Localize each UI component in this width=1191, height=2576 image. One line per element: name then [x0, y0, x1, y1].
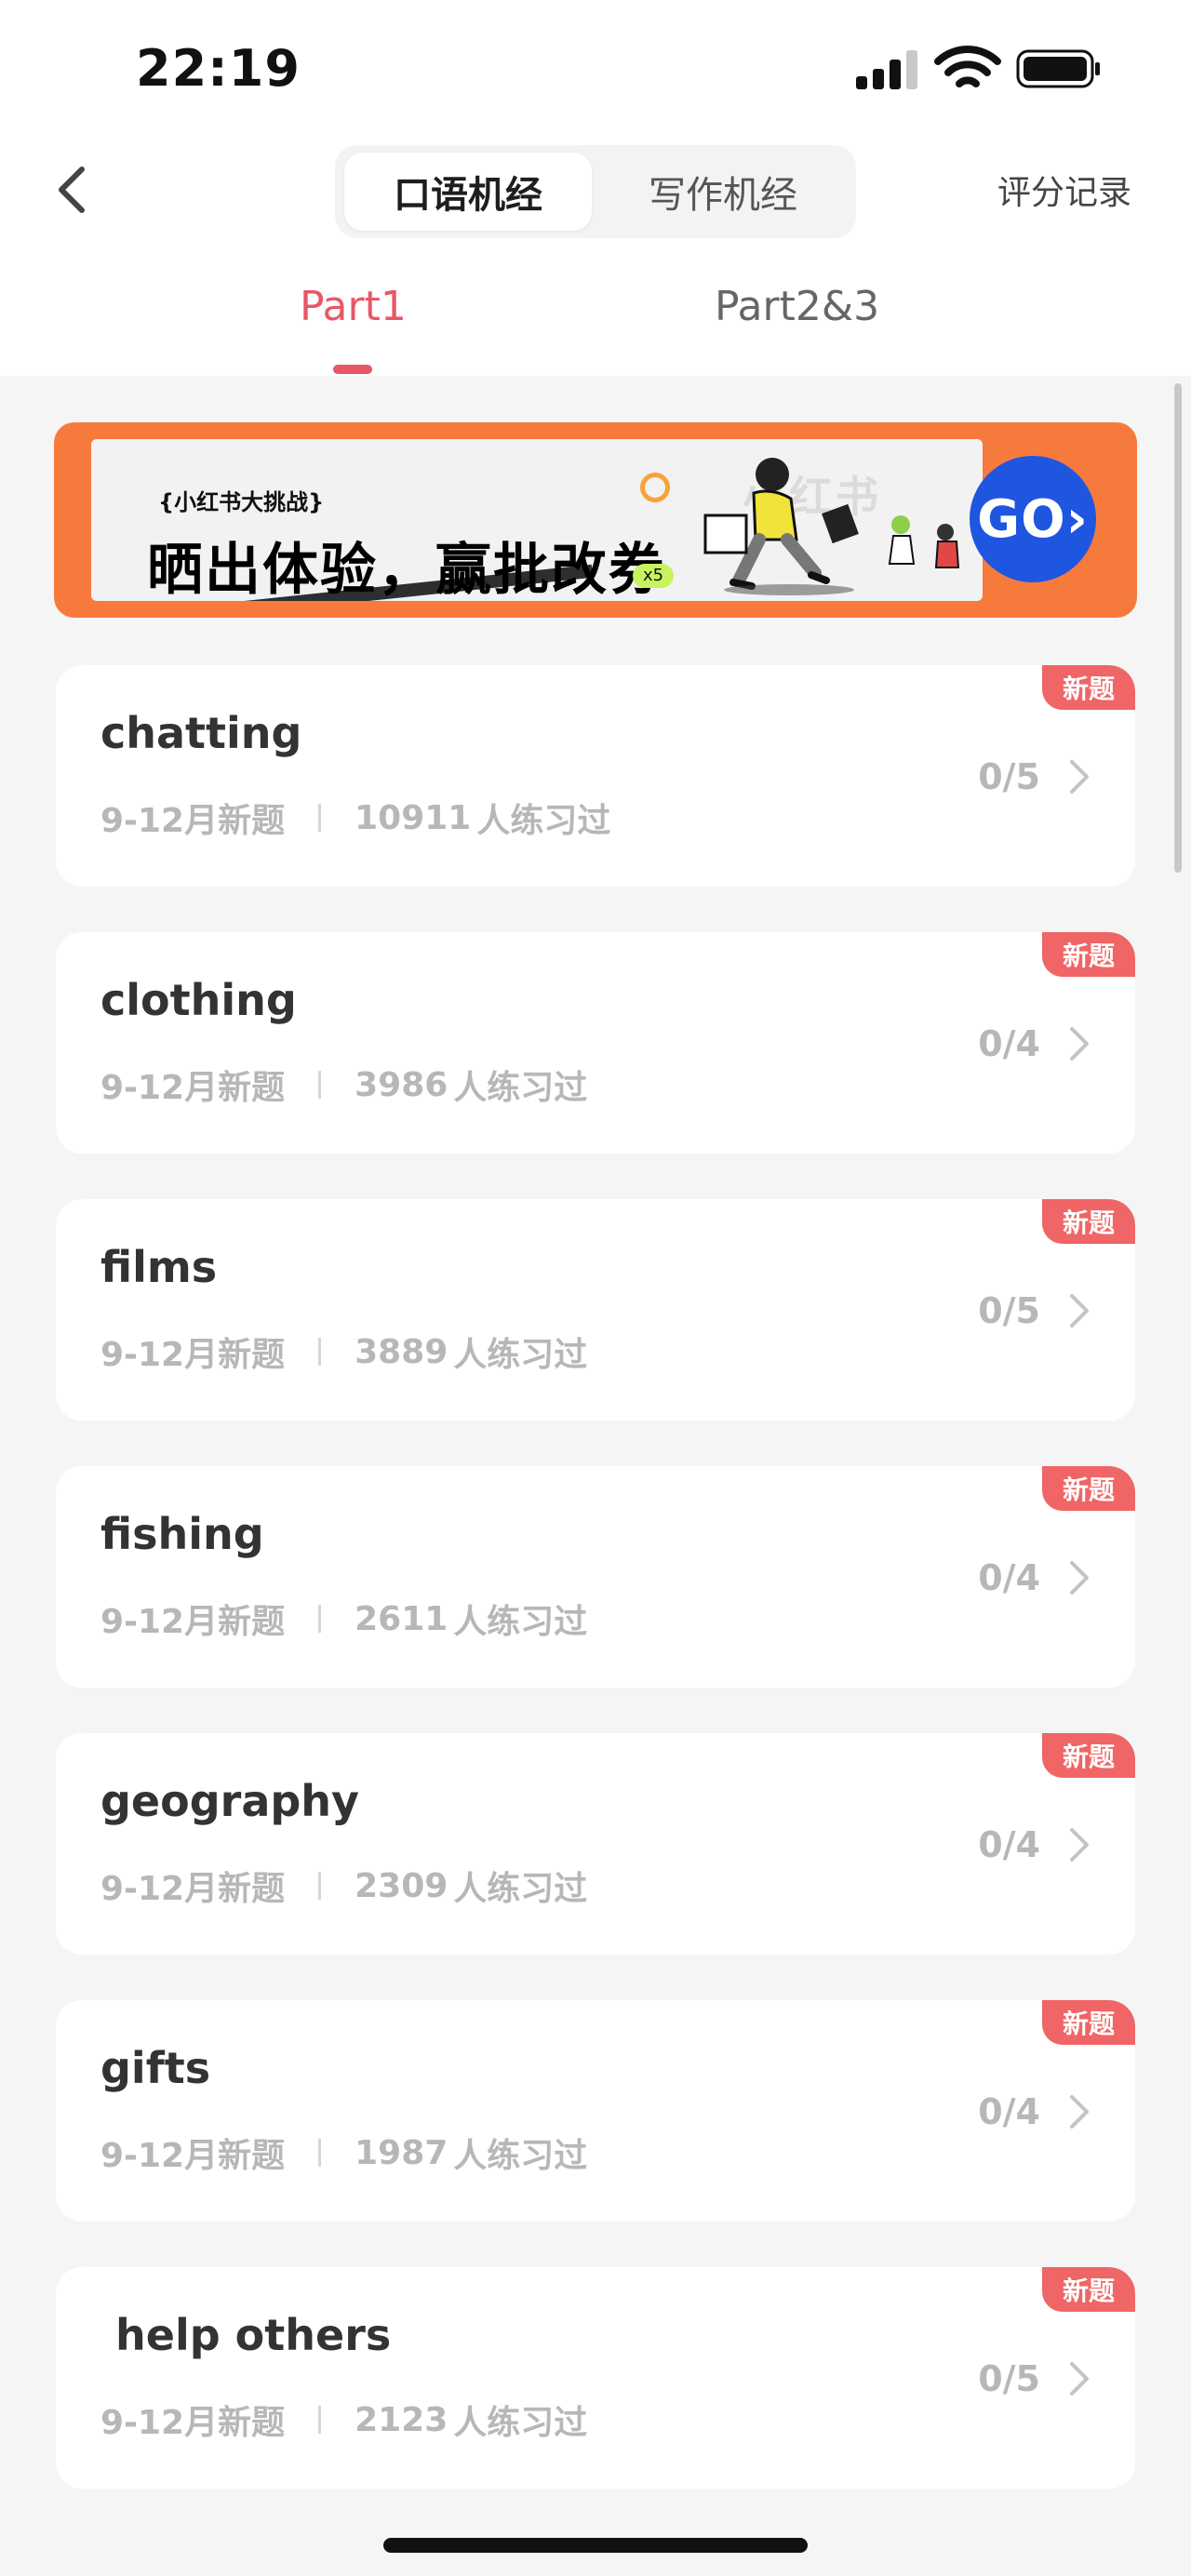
battery-icon	[1016, 49, 1100, 88]
topic-period: 9-12月新题	[100, 1336, 286, 1374]
meta-divider	[318, 1872, 322, 1900]
chevron-right-icon	[1070, 760, 1089, 794]
topic-title: gifts	[100, 2043, 211, 2093]
topic-card[interactable]: 新题 chatting 9-12月新题 10911 人练习过 0/5	[56, 665, 1135, 887]
practice-label: 人练习过	[453, 1870, 588, 1908]
topic-card[interactable]: 新题 help others 9-12月新题 2123 人练习过 0/5	[56, 2267, 1135, 2489]
banner-ring-decoration	[640, 473, 670, 502]
wifi-icon	[934, 46, 1001, 87]
topic-progress: 0/4	[978, 1023, 1040, 1064]
topic-period: 9-12月新题	[100, 1870, 286, 1908]
practice-count: 2611	[355, 1599, 448, 1638]
topic-period: 9-12月新题	[100, 802, 286, 840]
chevron-right-icon	[1070, 2095, 1089, 2129]
chevron-right-icon	[1070, 1027, 1089, 1061]
topic-title: films	[100, 1242, 218, 1292]
topic-progress: 0/5	[978, 1290, 1040, 1331]
banner-multiplier: x5	[633, 564, 674, 588]
new-badge: 新题	[1042, 932, 1135, 977]
new-badge: 新题	[1042, 1733, 1135, 1778]
topic-progress: 0/4	[978, 2091, 1040, 2132]
chevron-right-icon	[1070, 1828, 1089, 1862]
meta-divider	[318, 2406, 322, 2434]
back-icon[interactable]	[47, 160, 99, 220]
topic-period: 9-12月新题	[100, 1069, 286, 1107]
topic-card[interactable]: 新题 geography 9-12月新题 2309 人练习过 0/4	[56, 1733, 1135, 1955]
tab-writing[interactable]: 写作机经	[599, 153, 847, 231]
new-badge: 新题	[1042, 1466, 1135, 1511]
practice-label: 人练习过	[453, 1069, 588, 1107]
chevron-right-icon	[1070, 2362, 1089, 2396]
practice-label: 人练习过	[453, 1336, 588, 1374]
header: 22:19 口语机经 写作机经 评分记录 Part1 Part2&3	[0, 0, 1191, 376]
practice-count: 2123	[355, 2400, 448, 2439]
practice-count: 3986	[355, 1065, 448, 1104]
meta-divider	[318, 804, 322, 832]
new-badge: 新题	[1042, 665, 1135, 710]
topic-title: fishing	[100, 1509, 264, 1559]
practice-label: 人练习过	[453, 2404, 588, 2442]
topic-card[interactable]: 新题 gifts 9-12月新题 1987 人练习过 0/4	[56, 2000, 1135, 2222]
topic-title: help others	[100, 2310, 392, 2360]
topic-meta: 9-12月新题 2611 人练习过	[100, 1595, 587, 1643]
status-time: 22:19	[136, 39, 301, 98]
practice-count: 10911	[355, 798, 472, 837]
tab-part1[interactable]: Part1	[300, 283, 407, 330]
chevron-right-icon	[1070, 1294, 1089, 1328]
new-badge: 新题	[1042, 2000, 1135, 2045]
chevron-right-icon	[1070, 1561, 1089, 1595]
app-screen: 22:19 口语机经 写作机经 评分记录 Part1 Part2&3 {小红书大…	[0, 0, 1191, 2576]
practice-count: 2309	[355, 1866, 448, 1905]
practice-label: 人练习过	[476, 802, 611, 840]
topic-progress: 0/5	[978, 756, 1040, 797]
score-record-link[interactable]: 评分记录	[997, 166, 1131, 214]
topic-title: chatting	[100, 708, 302, 758]
meta-divider	[318, 1605, 322, 1633]
new-badge: 新题	[1042, 1199, 1135, 1244]
topic-meta: 9-12月新题 2123 人练习过	[100, 2396, 587, 2444]
mode-segmented-control: 口语机经 写作机经	[335, 145, 856, 238]
topic-card[interactable]: 新题 clothing 9-12月新题 3986 人练习过 0/4	[56, 932, 1135, 1154]
topic-progress: 0/5	[978, 2358, 1040, 2399]
topic-card[interactable]: 新题 films 9-12月新题 3889 人练习过 0/5	[56, 1199, 1135, 1421]
running-people-illustration	[703, 458, 960, 595]
practice-count: 1987	[355, 2133, 448, 2172]
practice-label: 人练习过	[453, 2137, 588, 2175]
practice-label: 人练习过	[453, 1603, 588, 1641]
topic-period: 9-12月新题	[100, 2137, 286, 2175]
topic-meta: 9-12月新题 10911 人练习过	[100, 794, 610, 842]
go-button[interactable]: GO›	[970, 456, 1096, 582]
topic-progress: 0/4	[978, 1557, 1040, 1598]
banner-tag: {小红书大挑战}	[158, 489, 325, 515]
topic-title: geography	[100, 1776, 360, 1826]
banner-panel: {小红书大挑战} 晒出体验，赢批改券 x5 小红书	[91, 439, 983, 601]
topic-progress: 0/4	[978, 1824, 1040, 1865]
meta-divider	[318, 2139, 322, 2167]
promo-banner[interactable]: {小红书大挑战} 晒出体验，赢批改券 x5 小红书 GO›	[54, 422, 1137, 618]
home-indicator[interactable]	[383, 2538, 808, 2553]
practice-count: 3889	[355, 1332, 448, 1371]
scrollbar[interactable]	[1174, 383, 1182, 873]
topic-meta: 9-12月新题 1987 人练习过	[100, 2129, 587, 2177]
cellular-signal-icon	[856, 48, 917, 89]
topic-title: clothing	[100, 975, 297, 1025]
topic-period: 9-12月新题	[100, 1603, 286, 1641]
tab-part2-3[interactable]: Part2&3	[715, 283, 879, 330]
topic-card[interactable]: 新题 fishing 9-12月新题 2611 人练习过 0/4	[56, 1466, 1135, 1688]
tab-speaking[interactable]: 口语机经	[344, 153, 592, 231]
new-badge: 新题	[1042, 2267, 1135, 2312]
topic-meta: 9-12月新题 3986 人练习过	[100, 1061, 587, 1109]
meta-divider	[318, 1338, 322, 1366]
active-tab-indicator	[333, 365, 372, 374]
topic-meta: 9-12月新题 3889 人练习过	[100, 1328, 587, 1376]
banner-title: 晒出体验，赢批改券	[147, 538, 666, 601]
meta-divider	[318, 1071, 322, 1099]
topic-meta: 9-12月新题 2309 人练习过	[100, 1862, 587, 1910]
topic-period: 9-12月新题	[100, 2404, 286, 2442]
